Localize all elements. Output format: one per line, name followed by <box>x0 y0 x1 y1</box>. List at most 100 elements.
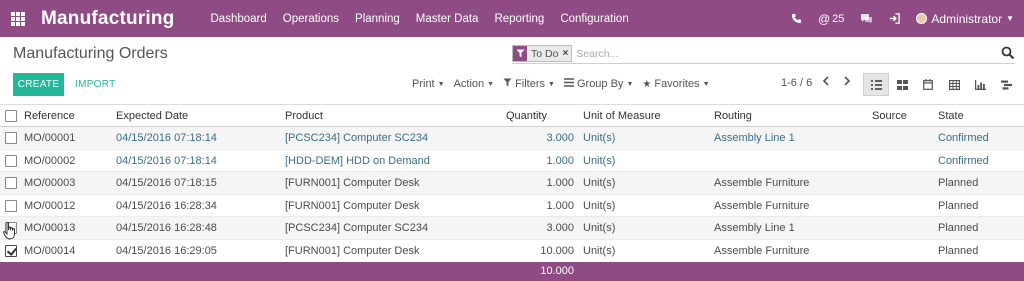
cell-reference: MO/00012 <box>24 199 76 212</box>
cell-product: [FURN001] Computer Desk <box>285 244 420 257</box>
column-header-state[interactable]: State <box>938 105 964 128</box>
search-bar: To Do × <box>512 44 1015 64</box>
kanban-view-icon[interactable] <box>889 73 915 96</box>
cell-routing: Assembly Line 1 <box>714 132 795 144</box>
cell-expected-date: 04/15/2016 16:29:05 <box>116 244 217 257</box>
column-header-product[interactable]: Product <box>285 105 323 128</box>
cell-unit-of-measure: Unit(s) <box>583 154 616 167</box>
messages-counter[interactable]: @ 25 <box>818 12 844 26</box>
cell-reference: MO/00001 <box>24 132 76 144</box>
action-dropdown[interactable]: Action ▼ <box>454 78 495 90</box>
favorites-dropdown[interactable]: ★ Favorites ▼ <box>642 78 709 90</box>
table-row[interactable]: MO/00001 04/15/2016 07:18:14 [PCSC234] C… <box>0 127 1024 150</box>
cell-state: Planned <box>938 222 979 235</box>
menu-dashboard[interactable]: Dashboard <box>211 13 267 25</box>
cell-reference: MO/00003 <box>24 177 76 190</box>
row-checkbox[interactable] <box>5 132 17 144</box>
table-row[interactable]: MO/00014 04/15/2016 16:29:05 [FURN001] C… <box>0 240 1024 263</box>
list-icon <box>563 78 574 90</box>
pager-previous-icon[interactable] <box>822 76 830 89</box>
control-dropdowns: Print ▼ Action ▼ Filters ▼ Group By ▼ ★ Favo… <box>412 78 719 90</box>
manufacturing-orders-table: Reference Expected Date Product Quantity… <box>0 104 1024 263</box>
cell-routing: Assemble Furniture <box>714 244 810 257</box>
cell-reference: MO/00002 <box>24 154 76 167</box>
table-row[interactable]: MO/00002 04/15/2016 07:18:14 [HDD-DEM] H… <box>0 150 1024 173</box>
cell-unit-of-measure: Unit(s) <box>583 199 616 212</box>
systray: @ 25 Administrator ▼ <box>775 0 1014 37</box>
print-dropdown[interactable]: Print ▼ <box>412 78 445 90</box>
pager-next-icon[interactable] <box>843 76 851 89</box>
cell-quantity: 1.000 <box>546 199 574 212</box>
table-row[interactable]: MO/00013 04/15/2016 16:28:48 [PCSC234] C… <box>0 217 1024 240</box>
gantt-view-icon[interactable] <box>993 73 1019 96</box>
filters-dropdown[interactable]: Filters ▼ <box>503 78 555 90</box>
apps-grid-icon[interactable] <box>11 11 27 26</box>
calendar-view-icon[interactable] <box>915 73 941 96</box>
menu-operations[interactable]: Operations <box>283 13 339 25</box>
menu-master-data[interactable]: Master Data <box>416 13 479 25</box>
avatar <box>916 13 928 24</box>
phone-icon[interactable] <box>791 13 802 24</box>
print-label: Print <box>412 78 435 90</box>
column-header-source[interactable]: Source <box>872 105 907 128</box>
cell-product: [FURN001] Computer Desk <box>285 199 420 212</box>
column-header-reference[interactable]: Reference <box>24 105 75 128</box>
pivot-view-icon[interactable] <box>941 73 967 96</box>
cell-state: Planned <box>938 199 979 212</box>
cell-routing: Assemble Furniture <box>714 177 810 190</box>
favorites-label: Favorites <box>654 78 700 90</box>
cell-expected-date: 04/15/2016 16:28:34 <box>116 199 217 212</box>
column-header-quantity[interactable]: Quantity <box>506 105 547 128</box>
column-header-expected-date[interactable]: Expected Date <box>116 105 188 128</box>
user-name: Administrator <box>931 11 1003 26</box>
menu-reporting[interactable]: Reporting <box>494 13 544 25</box>
create-button[interactable]: CREATE <box>13 73 64 96</box>
table-header: Reference Expected Date Product Quantity… <box>0 104 1024 127</box>
cell-state: Confirmed <box>938 154 989 167</box>
cell-expected-date: 04/15/2016 07:18:15 <box>116 177 217 190</box>
groupby-label: Group By <box>576 78 624 90</box>
cell-unit-of-measure: Unit(s) <box>583 177 616 190</box>
cell-expected-date: 04/15/2016 16:28:48 <box>116 222 217 235</box>
table-row[interactable]: MO/00012 04/15/2016 16:28:34 [FURN001] C… <box>0 195 1024 218</box>
remove-facet-icon[interactable]: × <box>562 48 571 59</box>
row-checkbox[interactable] <box>5 154 17 167</box>
graph-view-icon[interactable] <box>967 73 993 96</box>
table-row[interactable]: MO/00003 04/15/2016 07:18:15 [FURN001] C… <box>0 172 1024 195</box>
cell-state: Planned <box>938 177 979 190</box>
row-checkbox[interactable] <box>5 244 17 257</box>
page-title: Manufacturing Orders <box>13 45 168 62</box>
facet-label: To Do <box>531 47 559 60</box>
cell-product: [PCSC234] Computer SC234 <box>285 132 429 144</box>
row-checkbox[interactable] <box>5 199 17 212</box>
search-input[interactable] <box>576 47 977 60</box>
list-view-icon[interactable] <box>863 73 889 96</box>
cell-reference: MO/00014 <box>24 244 76 257</box>
caret-down-icon: ▼ <box>548 80 555 88</box>
cell-expected-date: 04/15/2016 07:18:14 <box>116 154 217 167</box>
cell-unit-of-measure: Unit(s) <box>583 222 616 235</box>
user-menu[interactable]: Administrator ▼ <box>916 12 1014 26</box>
app-brand: Manufacturing <box>41 7 175 29</box>
star-icon: ★ <box>642 78 652 90</box>
cell-state: Confirmed <box>938 132 989 144</box>
top-navbar: Manufacturing Dashboard Operations Plann… <box>0 0 1024 37</box>
cell-quantity: 1.000 <box>546 177 574 190</box>
groupby-dropdown[interactable]: Group By ▼ <box>563 78 633 90</box>
cell-product: [PCSC234] Computer SC234 <box>285 222 429 235</box>
select-all-checkbox[interactable] <box>5 110 17 122</box>
cell-expected-date: 04/15/2016 07:18:14 <box>116 132 217 144</box>
import-button[interactable]: IMPORT <box>75 73 116 96</box>
logout-icon[interactable] <box>889 13 901 24</box>
menu-planning[interactable]: Planning <box>355 13 400 25</box>
cell-unit-of-measure: Unit(s) <box>583 244 616 257</box>
column-header-unit-of-measure[interactable]: Unit of Measure <box>583 105 661 128</box>
menu-configuration[interactable]: Configuration <box>560 13 628 25</box>
column-header-routing[interactable]: Routing <box>714 105 752 128</box>
search-icon[interactable] <box>1001 46 1015 60</box>
pager-value[interactable]: 1-6 / 6 <box>781 77 812 89</box>
row-checkbox[interactable] <box>5 177 17 190</box>
filters-label: Filters <box>515 78 546 90</box>
chat-icon[interactable] <box>860 13 873 24</box>
total-quantity: 10.000 <box>540 265 574 277</box>
